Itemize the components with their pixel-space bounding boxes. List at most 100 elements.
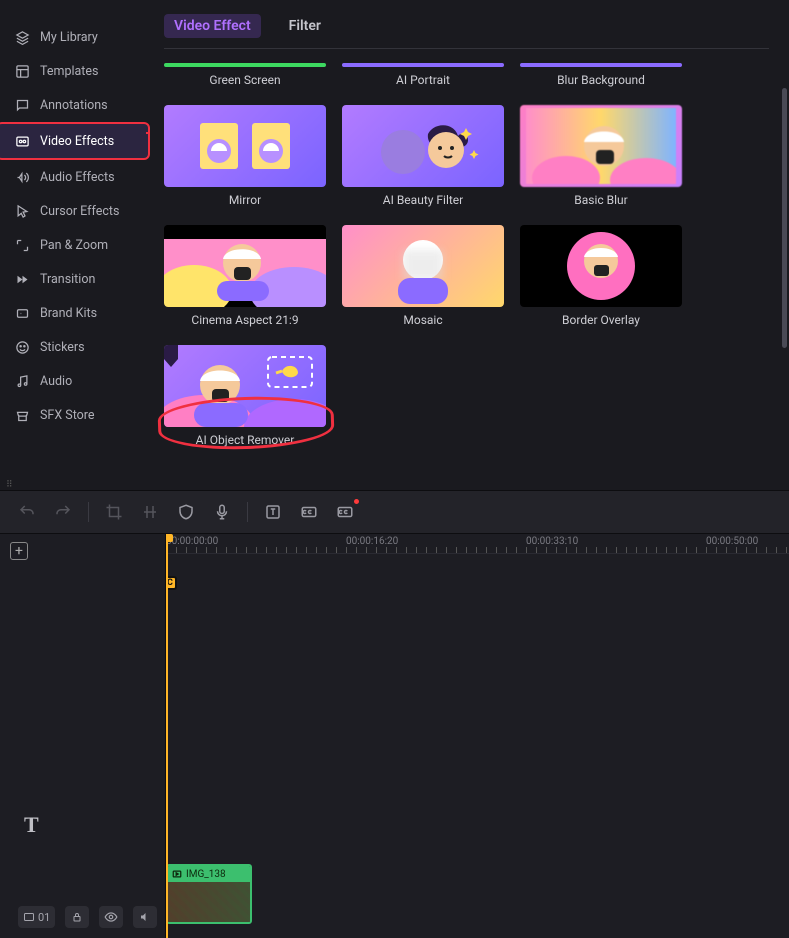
sidebar-item-transition[interactable]: Transition [0, 262, 150, 296]
sidebar-item-my-library[interactable]: My Library [0, 20, 150, 54]
sidebar-item-templates[interactable]: Templates [0, 54, 150, 88]
sidebar-item-label: Annotations [40, 98, 108, 113]
sticker-icon [14, 339, 30, 355]
effect-label: Mosaic [403, 313, 442, 327]
crop-button[interactable] [103, 501, 125, 523]
tab-video-effect[interactable]: Video Effect [164, 14, 261, 38]
effect-ai-beauty-filter[interactable]: AI Beauty Filter [342, 105, 504, 207]
sidebar-item-brand-kits[interactable]: Brand Kits [0, 296, 150, 330]
sidebar-item-label: Templates [40, 64, 98, 79]
separator [88, 502, 89, 522]
timeline-toolbar [0, 490, 789, 534]
effect-cinema-aspect[interactable]: Cinema Aspect 21:9 [164, 225, 326, 327]
sidebar-item-stickers[interactable]: Stickers [0, 330, 150, 364]
sidebar-item-cursor-effects[interactable]: Cursor Effects [0, 194, 150, 228]
effect-blur-background[interactable]: Blur Background [520, 63, 682, 87]
effect-label: Green Screen [209, 73, 280, 87]
timeline-tracks[interactable]: 00:00:00:00 00:00:16:20 00:00:33:10 00:0… [166, 534, 789, 938]
ruler-tick: 00:00:16:20 [346, 536, 398, 547]
recording-dot-icon [354, 499, 359, 504]
video-clip[interactable]: IMG_138 [166, 864, 252, 924]
panzoom-icon [14, 237, 30, 253]
ruler-tick: 00:00:50:00 [706, 536, 758, 547]
effects-grid: Green Screen AI Portrait Blur Background [164, 63, 769, 447]
time-ruler[interactable]: 00:00:00:00 00:00:16:20 00:00:33:10 00:0… [166, 534, 789, 554]
effect-thumb-edge [164, 63, 326, 67]
effect-green-screen[interactable]: Green Screen [164, 63, 326, 87]
panel-divider[interactable]: ⠿ [0, 480, 789, 490]
effect-border-overlay[interactable]: Border Overlay [520, 225, 682, 327]
add-track-button[interactable]: + [10, 542, 28, 560]
text-box-button[interactable] [262, 501, 284, 523]
clip-header: IMG_138 [168, 866, 250, 882]
mute-button[interactable] [133, 906, 157, 928]
audio-fx-icon [14, 169, 30, 185]
scrollbar[interactable] [782, 88, 787, 348]
effect-thumb [342, 105, 504, 187]
video-fx-icon [14, 133, 30, 149]
effects-panel: Video Effect Filter Green Screen AI Port… [150, 0, 789, 480]
effect-thumb-edge [520, 63, 682, 67]
sidebar-item-sfx-store[interactable]: SFX Store [0, 398, 150, 432]
sidebar-item-label: Cursor Effects [40, 204, 119, 219]
undo-button[interactable] [16, 501, 38, 523]
sidebar: My Library Templates Annotations Video E… [0, 0, 150, 480]
sidebar-item-audio-effects[interactable]: Audio Effects [0, 160, 150, 194]
captions-button[interactable] [298, 501, 320, 523]
effect-tabs: Video Effect Filter [164, 14, 769, 49]
lock-button[interactable] [65, 906, 89, 928]
separator [247, 502, 248, 522]
ruler-tick: 00:00:00:00 [166, 536, 218, 547]
effect-mosaic[interactable]: Mosaic [342, 225, 504, 327]
effect-thumb [520, 225, 682, 307]
shield-button[interactable] [175, 501, 197, 523]
sidebar-item-annotations[interactable]: Annotations [0, 88, 150, 122]
layers-icon [14, 29, 30, 45]
effect-thumb-edge [342, 63, 504, 67]
live-captions-button[interactable] [334, 501, 356, 523]
sidebar-item-pan-zoom[interactable]: Pan & Zoom [0, 228, 150, 262]
text-track-icon[interactable]: T [24, 812, 39, 838]
sidebar-item-label: Audio [40, 374, 72, 389]
effect-thumb [164, 225, 326, 307]
effect-label: Cinema Aspect 21:9 [191, 313, 298, 327]
mic-button[interactable] [211, 501, 233, 523]
sidebar-item-video-effects[interactable]: Video Effects [0, 122, 150, 160]
clip-thumbnail [168, 882, 250, 924]
brand-icon [14, 305, 30, 321]
sidebar-item-label: SFX Store [40, 408, 95, 423]
effect-mirror[interactable]: Mirror [164, 105, 326, 207]
effect-ai-object-remover[interactable]: AI Object Remover [164, 345, 326, 447]
track-type-button[interactable]: 01 [18, 906, 55, 928]
ruler-ticks [166, 547, 789, 553]
effect-basic-blur[interactable]: Basic Blur [520, 105, 682, 207]
effect-thumb [164, 345, 326, 427]
tab-filter[interactable]: Filter [279, 14, 331, 38]
track-header: + T 01 [0, 534, 166, 938]
track-controls: 01 [18, 906, 157, 928]
effect-ai-portrait[interactable]: AI Portrait [342, 63, 504, 87]
sidebar-item-label: My Library [40, 30, 98, 45]
effect-thumb [520, 105, 682, 187]
sidebar-item-label: Transition [40, 272, 95, 287]
effect-label: AI Beauty Filter [383, 193, 463, 207]
sidebar-item-label: Stickers [40, 340, 85, 355]
visibility-button[interactable] [99, 906, 123, 928]
track-count: 01 [38, 911, 50, 924]
transition-icon [14, 271, 30, 287]
sidebar-item-audio[interactable]: Audio [0, 364, 150, 398]
playhead[interactable] [166, 534, 168, 938]
sidebar-item-label: Video Effects [40, 134, 114, 149]
template-icon [14, 63, 30, 79]
effect-label: AI Object Remover [196, 433, 295, 447]
effect-label: AI Portrait [396, 73, 450, 87]
timeline: + T 01 00:00:00:00 00:00:16:20 00:00:33:… [0, 534, 789, 938]
split-button[interactable] [139, 501, 161, 523]
sidebar-item-label: Audio Effects [40, 170, 115, 185]
effect-thumb [164, 105, 326, 187]
ruler-tick: 00:00:33:10 [526, 536, 578, 547]
sidebar-item-label: Pan & Zoom [40, 238, 108, 253]
effect-thumb [342, 225, 504, 307]
effect-label: Border Overlay [562, 313, 640, 327]
redo-button[interactable] [52, 501, 74, 523]
